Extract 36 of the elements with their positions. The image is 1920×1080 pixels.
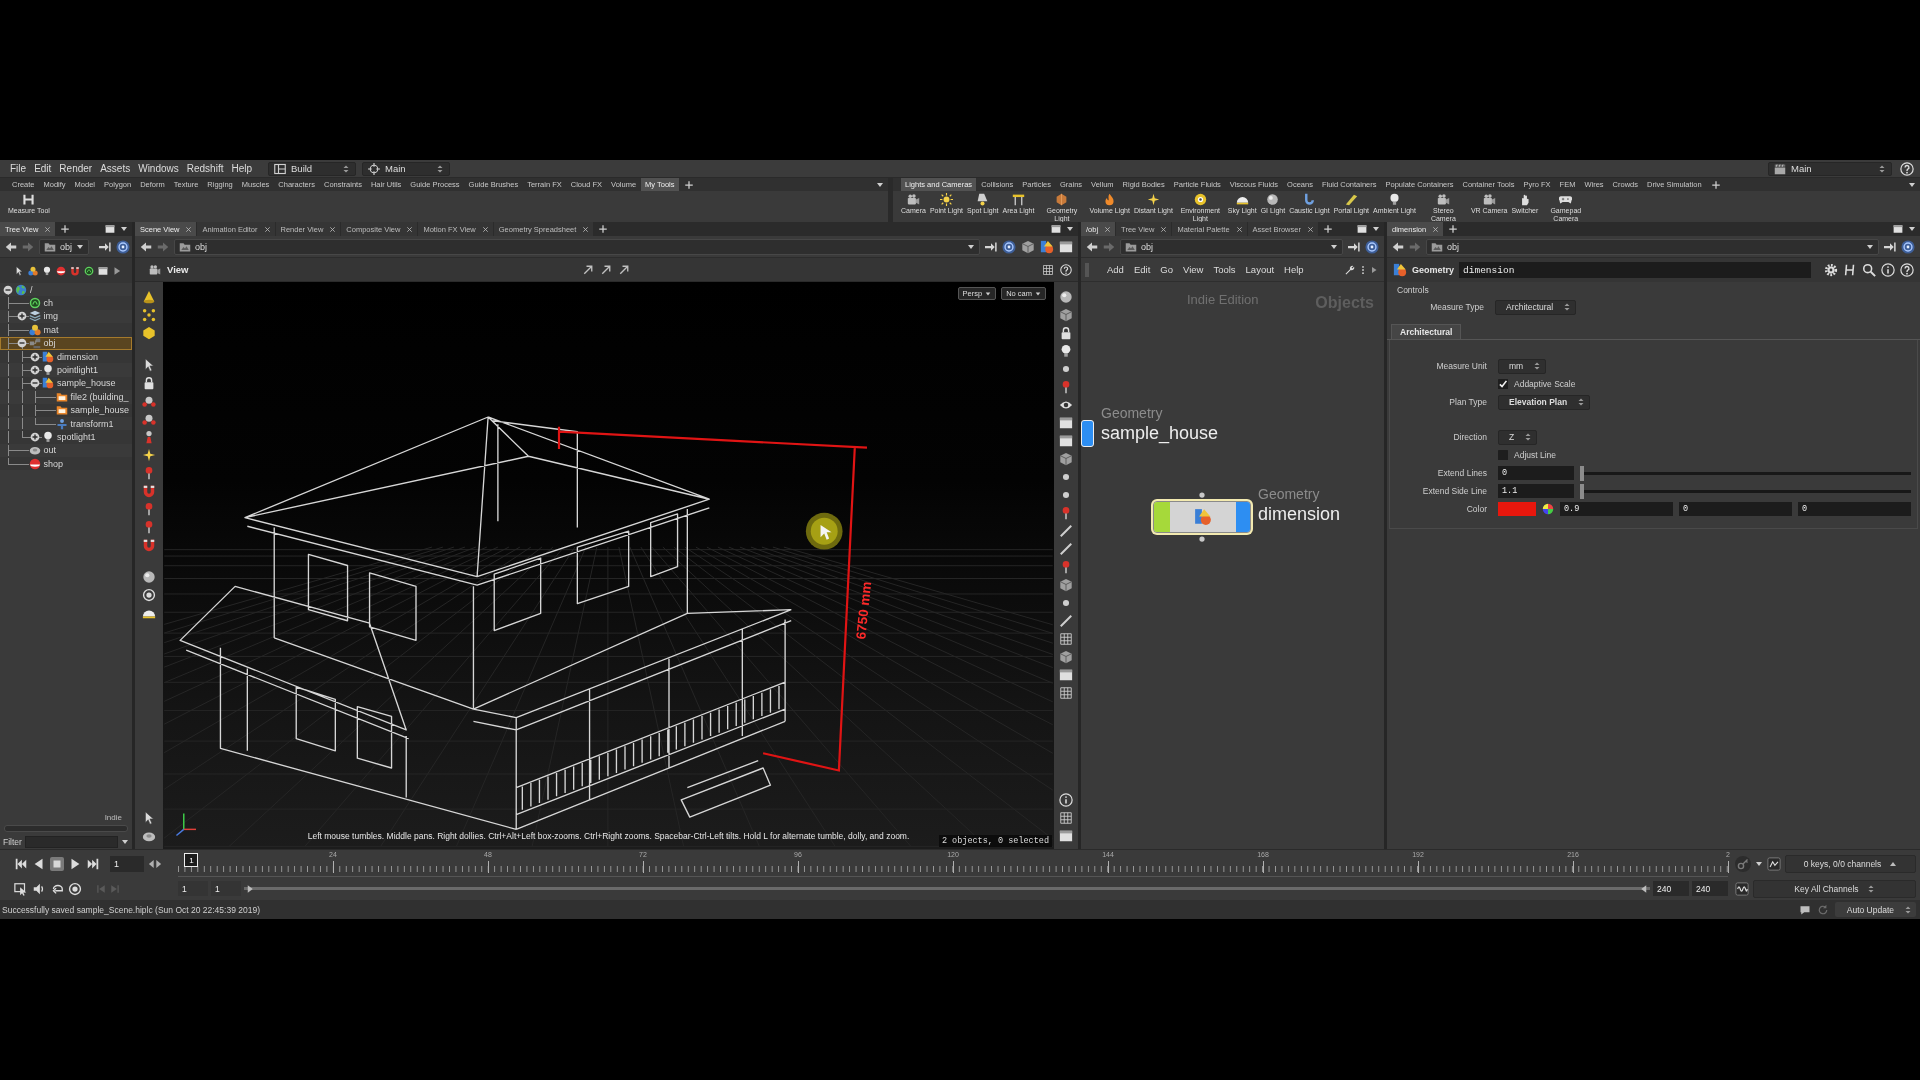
node-label: pointlight1 (57, 365, 99, 376)
node-label: transform1 (70, 418, 114, 429)
selection-info: 2 objects, 0 selected (938, 835, 1052, 847)
parameter-label: Measure Unit (1436, 361, 1487, 371)
status-message: Successfully saved sample_Scene.hiplc (Sun Oct 20 22:45:39 2019) (2, 904, 260, 915)
viewport-hint: Left mouse tumbles. Middle pans. Right dollies. Ctrl+Alt+Left box-zooms. Ctrl+Right zooms. Spacebar-Ctrl-Left tilts. Hold L for alternate tumble, dolly, and zoom. (307, 831, 910, 841)
node-label: mat (43, 324, 59, 335)
section-label: Controls (1397, 285, 1429, 295)
node-label: out (43, 445, 56, 456)
checkbox-label: Adjust Line (1514, 450, 1557, 460)
node-name: sample_house (1101, 422, 1219, 444)
node-label: / (30, 284, 33, 295)
parameter-label: Direction (1453, 432, 1487, 442)
filter-label: Filter (3, 836, 22, 847)
node-type-label: Geometry (1412, 265, 1455, 275)
parameter-label: Color (1466, 504, 1487, 514)
parameter-label: Plan Type (1449, 397, 1487, 407)
node-label: dimension (57, 351, 99, 362)
parameter-label: Extend Side Line (1422, 486, 1487, 496)
node-type-label: Geometry (1258, 486, 1320, 503)
node-label: obj (43, 338, 56, 349)
node-type-label: Geometry (1101, 405, 1163, 422)
dimension-label: 6750 mm (853, 580, 875, 640)
node-label: spotlight1 (57, 432, 96, 442)
viewport-title: View (167, 264, 189, 275)
parameter-label: Extend Lines (1437, 468, 1487, 478)
node-label: sample_house (70, 405, 130, 416)
node-name: dimension (1258, 503, 1341, 525)
node-label: file2 (building_ (70, 391, 129, 402)
parameter-label: Measure Type (1430, 302, 1484, 312)
checkbox-label: Addaptive Scale (1514, 379, 1576, 389)
node-label: ch (43, 298, 53, 309)
node-label: sample_house (57, 378, 116, 389)
node-label: shop (43, 458, 64, 469)
node-label: img (43, 311, 58, 322)
edition-label: Indie (104, 812, 122, 822)
